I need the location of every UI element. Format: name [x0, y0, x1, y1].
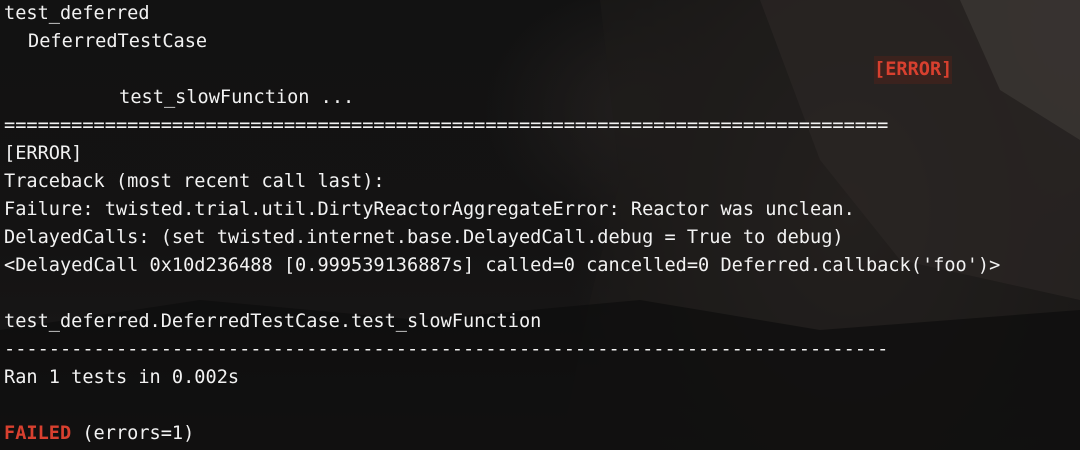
dashes-separator: ----------------------------------------… [4, 339, 889, 360]
terminal-output: test_deferred DeferredTestCase test_slow… [4, 0, 1000, 448]
failure-line: Failure: twisted.trial.util.DirtyReactor… [4, 199, 855, 220]
delayed-calls-line: DelayedCalls: (set twisted.internet.base… [4, 227, 844, 248]
traceback-line: Traceback (most recent call last): [4, 171, 385, 192]
test-name: test_slowFunction ... [119, 87, 355, 108]
test-name-row: test_slowFunction ... [ERROR] [4, 56, 1000, 108]
test-module-line: test_deferred [4, 3, 150, 24]
result-detail: (errors=1) [71, 423, 195, 444]
error-status-badge: [ERROR] [874, 56, 953, 84]
equals-separator: ========================================… [4, 115, 889, 136]
summary-line: Ran 1 tests in 0.002s [4, 367, 240, 388]
error-header: [ERROR] [4, 143, 83, 164]
result-line: FAILED (errors=1) [4, 420, 1000, 448]
terminal-window[interactable]: test_deferred DeferredTestCase test_slow… [0, 0, 1080, 450]
failed-label: FAILED [4, 423, 72, 444]
test-case-line: DeferredTestCase [28, 31, 208, 52]
test-path-line: test_deferred.DeferredTestCase.test_slow… [4, 311, 542, 332]
delayed-call-detail-line: <DelayedCall 0x10d236488 [0.999539136887… [4, 255, 1001, 276]
